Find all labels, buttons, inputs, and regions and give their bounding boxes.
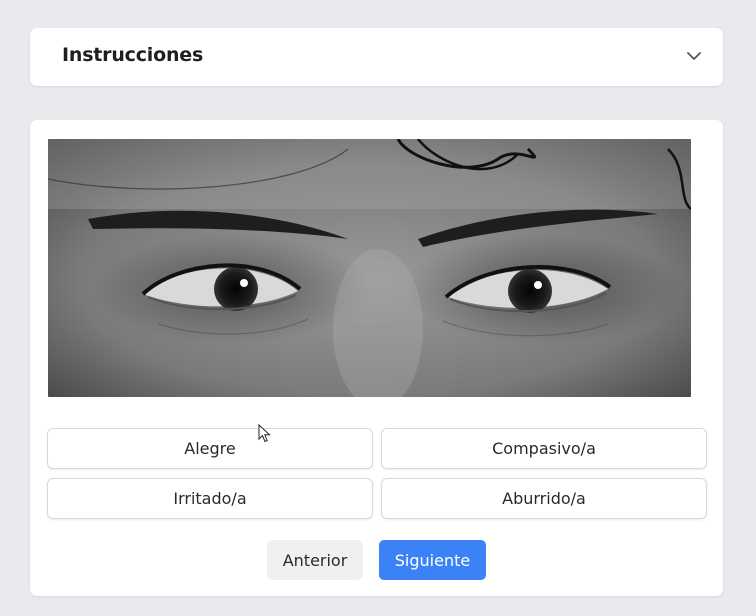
option-irritado[interactable]: Irritado/a — [47, 478, 373, 519]
previous-button[interactable]: Anterior — [267, 540, 363, 580]
option-alegre[interactable]: Alegre — [47, 428, 373, 469]
instructions-panel[interactable]: Instrucciones — [30, 28, 723, 86]
instructions-title: Instrucciones — [62, 44, 204, 66]
mouse-cursor-icon — [258, 424, 271, 443]
next-button[interactable]: Siguiente — [379, 540, 486, 580]
question-card: Alegre Compasivo/a Irritado/a Aburrido/a… — [30, 120, 723, 596]
eyes-photo — [48, 139, 691, 397]
option-aburrido[interactable]: Aburrido/a — [381, 478, 707, 519]
option-compasivo[interactable]: Compasivo/a — [381, 428, 707, 469]
chevron-down-icon[interactable] — [685, 47, 703, 65]
